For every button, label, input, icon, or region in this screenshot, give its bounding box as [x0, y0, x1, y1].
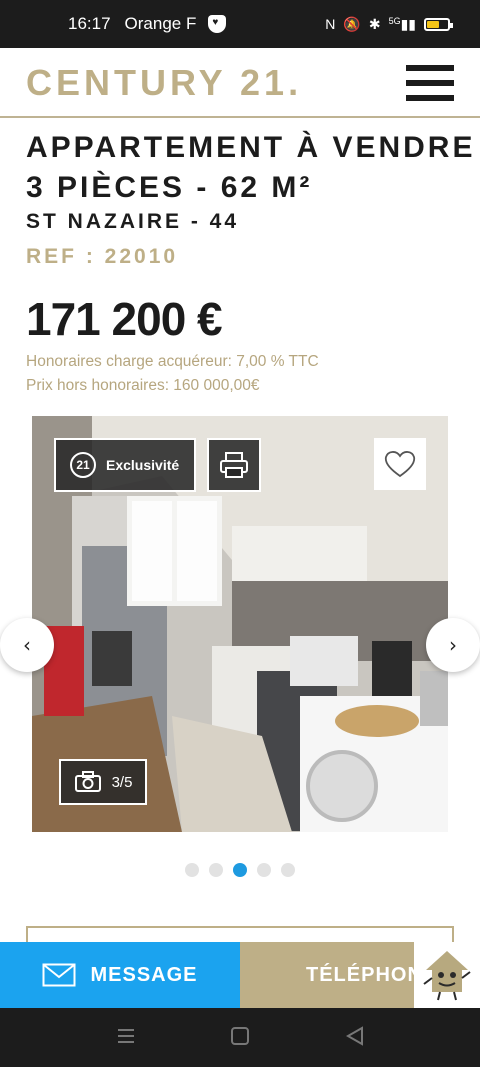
pagination-dot-3[interactable] — [233, 863, 247, 877]
nfc-icon: N — [325, 16, 336, 32]
pagination-dot-4[interactable] — [257, 863, 271, 877]
message-label: MESSAGE — [90, 963, 198, 986]
listing-title-line1: APPARTEMENT À VENDRE — [26, 131, 476, 164]
century21-logo[interactable]: CENTURY 21. — [26, 62, 302, 104]
message-button[interactable]: MESSAGE — [0, 942, 240, 1008]
listing-title: APPARTEMENT À VENDRE 3 PIÈCES - 62 M² — [26, 128, 475, 208]
heart-icon — [384, 451, 416, 478]
recents-menu-icon[interactable] — [116, 1026, 136, 1046]
pagination-dot-2[interactable] — [209, 863, 223, 877]
exclusivite-badge: 21 Exclusivité — [54, 438, 196, 492]
camera-icon — [74, 771, 101, 792]
system-nav-bar — [0, 1008, 480, 1067]
signal-icon: 5G▮▮ — [388, 15, 416, 32]
house-mascot-icon — [423, 951, 471, 1001]
status-time: 16:17 — [68, 14, 111, 33]
home-icon[interactable] — [230, 1026, 250, 1046]
hamburger-menu-icon[interactable] — [406, 65, 454, 101]
back-icon[interactable] — [345, 1026, 365, 1046]
listing-city: ST NAZAIRE - 44 — [26, 210, 240, 233]
fees-line1: Honoraires charge acquéreur: 7,00 % TTC — [26, 353, 319, 370]
fees-line2: Prix hors honoraires: 160 000,00€ — [26, 377, 260, 394]
phone-label: TÉLÉPHONE — [306, 963, 414, 986]
chevron-left-icon: ‹ — [23, 633, 31, 657]
printer-icon — [220, 452, 248, 478]
pagination-dot-1[interactable] — [185, 863, 199, 877]
gallery-pagination — [185, 863, 295, 877]
photo-counter-label: 3/5 — [111, 773, 133, 791]
print-button[interactable] — [207, 438, 261, 492]
status-bar: 16:17 Orange F N 🔕 ✱ 5G▮▮ — [0, 0, 480, 48]
bluetooth-icon: ✱ — [368, 15, 381, 32]
previous-photo-button[interactable]: ‹ — [0, 618, 54, 672]
c21-badge-icon: 21 — [70, 452, 96, 478]
listing-price: 171 200 € — [26, 293, 223, 345]
phone-button[interactable]: TÉLÉPHONE — [240, 942, 414, 1008]
favorite-button[interactable] — [374, 438, 426, 490]
status-icons: N 🔕 ✱ 5G▮▮ — [325, 0, 453, 48]
chevron-right-icon: › — [449, 633, 457, 657]
mascot-chat-button[interactable] — [414, 942, 480, 1008]
listing-title-line2: 3 PIÈCES - 62 M² — [26, 171, 313, 204]
status-carrier: Orange F — [124, 14, 197, 33]
photo-counter[interactable]: 3/5 — [59, 759, 147, 805]
signal-label: 5G — [388, 15, 401, 26]
exclusivite-label: Exclusivité — [106, 457, 180, 473]
next-photo-button[interactable]: › — [426, 618, 480, 672]
battery-icon — [424, 17, 453, 31]
shield-icon — [208, 15, 227, 33]
site-header: CENTURY 21. — [0, 48, 480, 118]
listing-ref: REF : 22010 — [26, 245, 179, 268]
pagination-dot-5[interactable] — [281, 863, 295, 877]
envelope-icon — [42, 963, 76, 987]
mute-icon: 🔕 — [343, 15, 361, 32]
listing-fees: Honoraires charge acquéreur: 7,00 % TTC … — [26, 350, 319, 398]
